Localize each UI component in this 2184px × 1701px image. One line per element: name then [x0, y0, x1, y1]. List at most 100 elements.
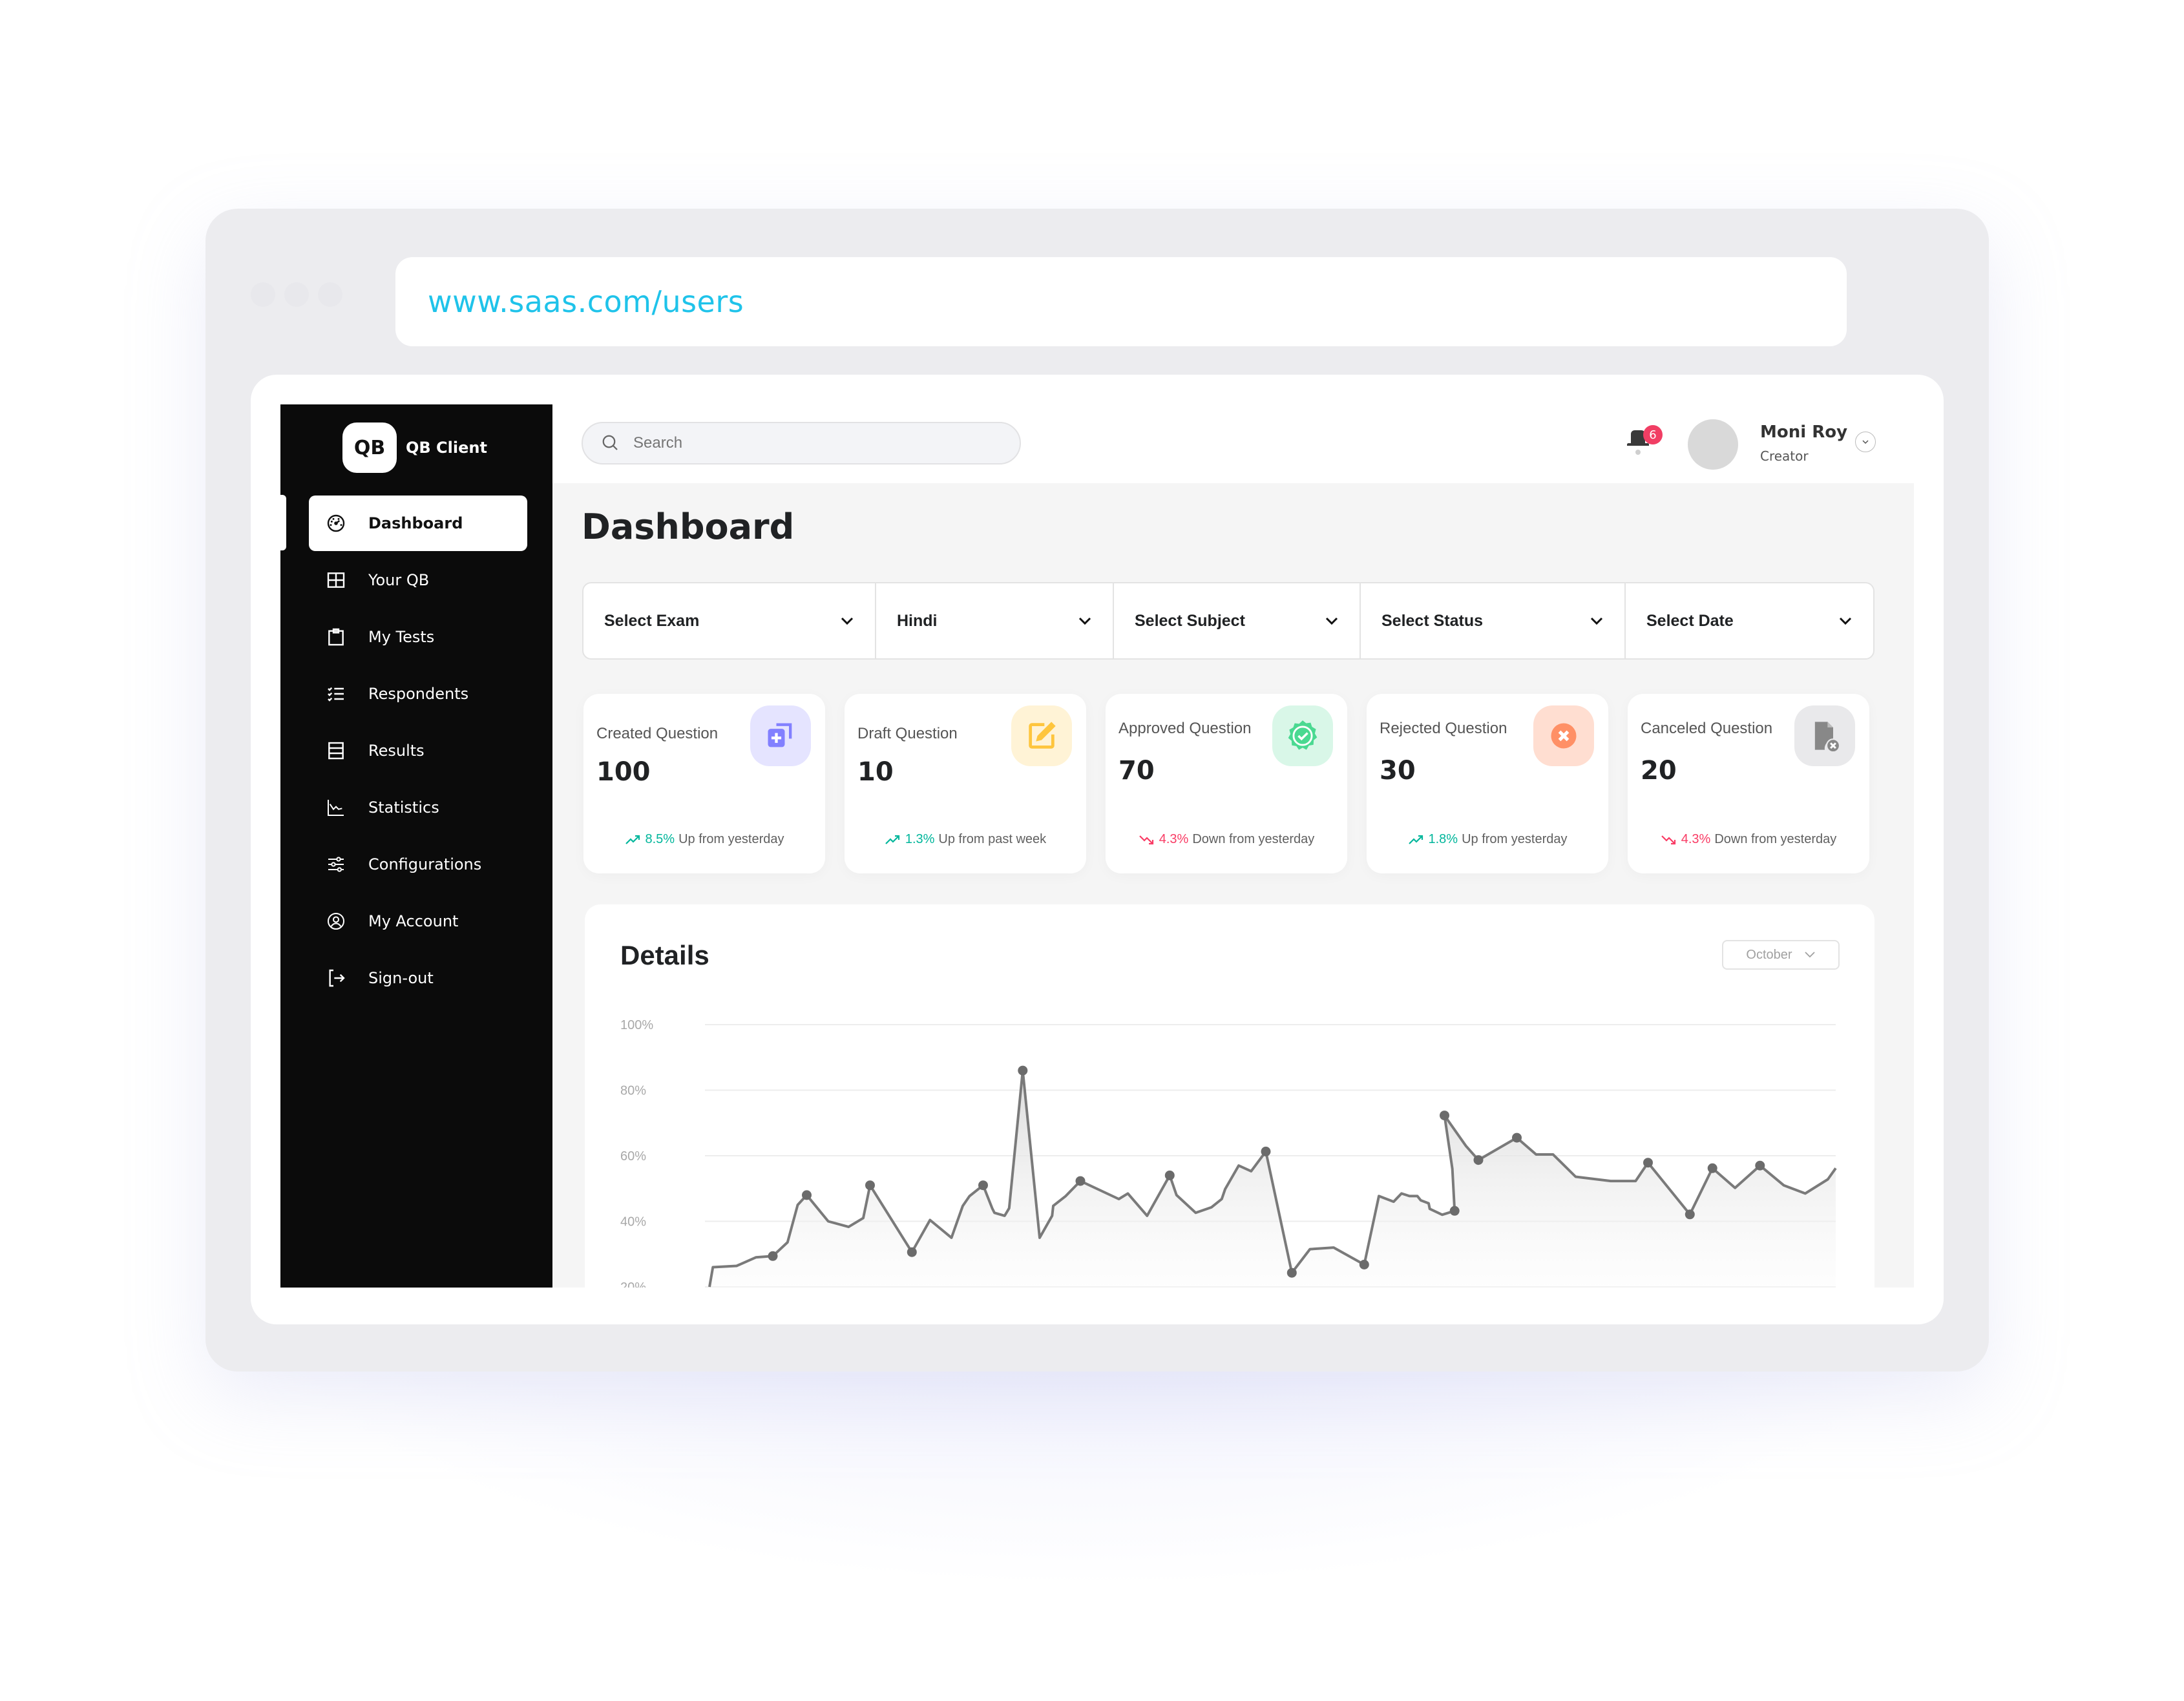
window-dot-close[interactable]: [251, 282, 275, 307]
trend-text: Down from yesterday: [1714, 832, 1837, 846]
stat-card-draft[interactable]: Draft Question 10 1.3% Up from past week: [845, 694, 1086, 873]
data-point[interactable]: [1449, 1205, 1460, 1216]
trend-percent: 8.5%: [645, 832, 675, 846]
verified-badge-icon: [1272, 705, 1333, 766]
language-select[interactable]: Hindi: [876, 583, 1114, 658]
sidebar-item-label: My Tests: [368, 628, 435, 646]
window-dot-minimize[interactable]: [284, 282, 309, 307]
table-rows-icon: [324, 739, 348, 762]
page-title: Dashboard: [582, 506, 795, 547]
trend-up-icon: [885, 835, 899, 844]
gauge-icon: [324, 512, 348, 535]
data-point[interactable]: [1286, 1268, 1297, 1278]
trend-down-icon: [1139, 835, 1153, 844]
trend-up-icon: [1408, 835, 1423, 844]
sidebar-item-my-account[interactable]: My Account: [309, 893, 527, 949]
sidebar-item-sign-out[interactable]: Sign-out: [309, 950, 527, 1006]
data-point[interactable]: [1755, 1160, 1765, 1171]
data-point[interactable]: [1685, 1209, 1695, 1220]
status-select[interactable]: Select Status: [1361, 583, 1626, 658]
data-point[interactable]: [1473, 1155, 1484, 1165]
trend-text: Down from yesterday: [1192, 832, 1315, 846]
data-point[interactable]: [1261, 1146, 1271, 1156]
sidebar-item-configurations[interactable]: Configurations: [309, 837, 527, 892]
details-title: Details: [620, 940, 709, 970]
trend-percent: 4.3%: [1681, 832, 1711, 846]
sidebar-item-respondents[interactable]: Respondents: [309, 666, 527, 722]
data-point[interactable]: [802, 1190, 812, 1200]
address-bar[interactable]: www.saas.com/users: [395, 257, 1847, 346]
sidebar: QB QB Client Dashboard Your QB My Tests …: [280, 404, 552, 1288]
y-tick-label: 20%: [620, 1280, 646, 1288]
data-point[interactable]: [1707, 1163, 1717, 1173]
y-tick-label: 40%: [620, 1215, 646, 1229]
sidebar-item-label: Respondents: [368, 685, 469, 703]
chevron-down-icon: [1325, 617, 1338, 625]
search-icon: [602, 435, 618, 450]
sliders-icon: [324, 853, 348, 876]
stat-value: 70: [1118, 756, 1155, 786]
filter-label: Select Date: [1646, 611, 1734, 630]
avatar[interactable]: [1688, 419, 1738, 470]
sidebar-item-dashboard[interactable]: Dashboard: [309, 496, 527, 551]
data-point[interactable]: [1164, 1170, 1175, 1180]
stat-card-canceled[interactable]: Canceled Question 20 4.3% Down from yest…: [1628, 694, 1869, 873]
user-menu-button[interactable]: [1855, 432, 1876, 452]
stat-cards: Created Question 100 8.5% Up from yester…: [583, 694, 1869, 873]
close-circle-icon: [1533, 705, 1594, 766]
top-bar: 6 Moni Roy Creator: [552, 404, 1914, 483]
search-bar[interactable]: [582, 422, 1021, 464]
chevron-down-icon: [1590, 617, 1603, 625]
trend-text: Up from yesterday: [1462, 832, 1568, 846]
subject-select[interactable]: Select Subject: [1114, 583, 1361, 658]
search-input[interactable]: [632, 433, 996, 453]
stat-card-approved[interactable]: Approved Question 70 4.3% Down from yest…: [1106, 694, 1347, 873]
url-text[interactable]: www.saas.com/users: [428, 284, 744, 319]
stat-title: Canceled Question: [1641, 720, 1773, 737]
sidebar-item-label: Statistics: [368, 798, 439, 817]
trend-text: Up from past week: [938, 832, 1047, 846]
data-point[interactable]: [907, 1247, 917, 1257]
sidebar-item-label: Dashboard: [368, 514, 463, 532]
data-point[interactable]: [1440, 1111, 1449, 1121]
filter-label: Select Subject: [1135, 611, 1245, 630]
stat-title: Created Question: [596, 725, 719, 742]
sign-out-icon: [324, 966, 348, 990]
sidebar-item-label: My Account: [368, 912, 459, 930]
month-select[interactable]: October: [1722, 940, 1840, 970]
data-point[interactable]: [1359, 1260, 1369, 1269]
y-tick-label: 80%: [620, 1084, 646, 1098]
stat-title: Approved Question: [1118, 720, 1252, 737]
clipboard-icon: [324, 625, 348, 649]
sidebar-nav: Dashboard Your QB My Tests Respondents R…: [309, 496, 527, 1007]
chevron-down-icon: [1862, 440, 1869, 444]
stat-card-created[interactable]: Created Question 100 8.5% Up from yester…: [583, 694, 825, 873]
active-indicator: [280, 495, 286, 550]
details-chart: 100% 80% 60% 40% 20%: [620, 1018, 1837, 1288]
trend-percent: 4.3%: [1159, 832, 1189, 846]
user-role: Creator: [1760, 448, 1809, 464]
sidebar-item-results[interactable]: Results: [309, 723, 527, 778]
filter-label: Select Exam: [604, 611, 700, 630]
stat-title: Rejected Question: [1380, 720, 1507, 737]
stat-card-rejected[interactable]: Rejected Question 30 1.8% Up from yester…: [1367, 694, 1608, 873]
date-select[interactable]: Select Date: [1626, 583, 1873, 658]
filter-label: Select Status: [1381, 611, 1484, 630]
data-point[interactable]: [865, 1180, 875, 1191]
main-content: Dashboard Select Exam Hindi Select Subje…: [552, 483, 1914, 1288]
sidebar-item-my-tests[interactable]: My Tests: [309, 609, 527, 665]
brand-logo[interactable]: QB QB Client: [342, 423, 487, 473]
data-point[interactable]: [978, 1180, 988, 1191]
sidebar-item-statistics[interactable]: Statistics: [309, 780, 527, 835]
stat-trend: 4.3% Down from yesterday: [1628, 832, 1869, 847]
stat-trend: 1.8% Up from yesterday: [1367, 832, 1608, 847]
data-point[interactable]: [1643, 1158, 1653, 1168]
data-point[interactable]: [1075, 1176, 1086, 1186]
sidebar-item-your-qb[interactable]: Your QB: [309, 552, 527, 608]
window-dot-maximize[interactable]: [318, 282, 342, 307]
data-point[interactable]: [1018, 1065, 1028, 1076]
data-point[interactable]: [768, 1251, 778, 1261]
exam-select[interactable]: Select Exam: [583, 583, 876, 658]
logo-mark: QB: [342, 423, 397, 473]
data-point[interactable]: [1512, 1132, 1522, 1143]
